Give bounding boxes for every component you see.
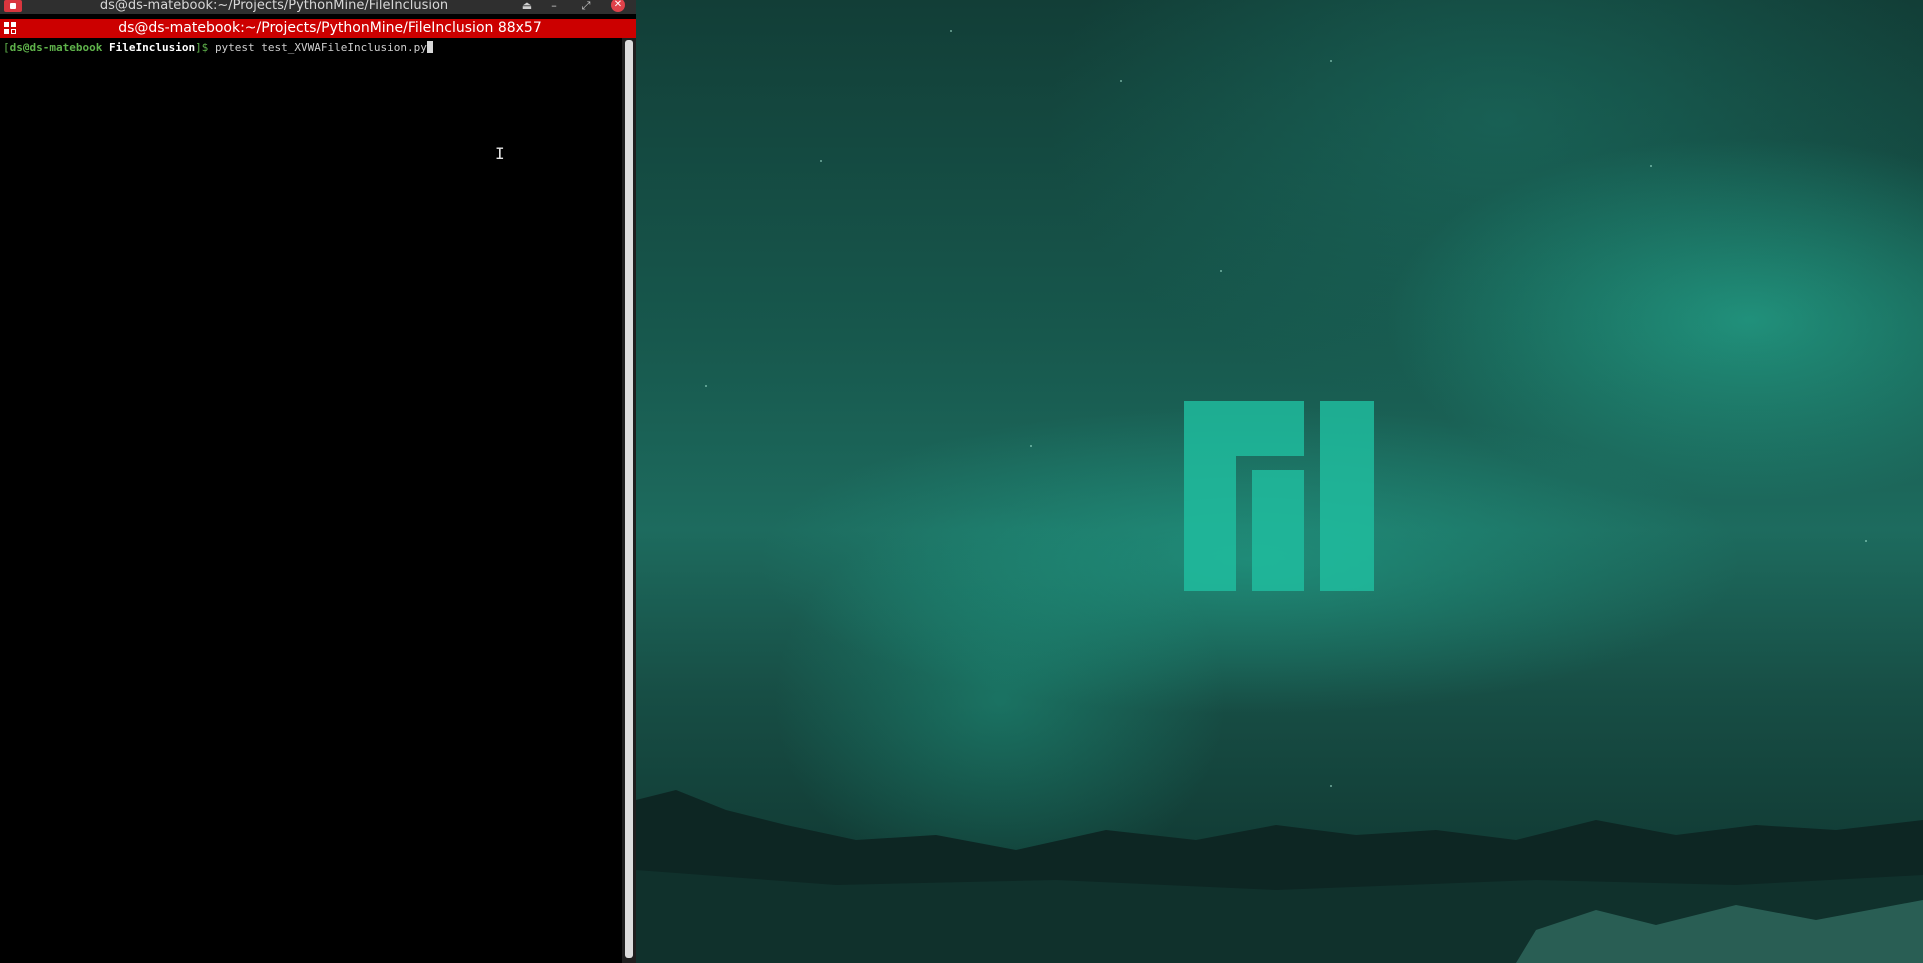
maximize-button[interactable]: ⤢ bbox=[577, 0, 595, 14]
prompt-directory: FileInclusion bbox=[108, 41, 196, 54]
window-title: ds@ds-matebook:~/Projects/PythonMine/Fil… bbox=[99, 0, 449, 13]
window-titlebar[interactable]: ds@ds-matebook:~/Projects/PythonMine/Fil… bbox=[0, 0, 636, 14]
star bbox=[1330, 60, 1332, 62]
star bbox=[950, 30, 952, 32]
prompt-open-bracket: [ bbox=[3, 41, 10, 54]
star bbox=[705, 385, 707, 387]
terminal-tab-bar[interactable]: ds@ds-matebook:~/Projects/PythonMine/Fil… bbox=[0, 19, 636, 38]
star bbox=[1030, 445, 1032, 447]
prompt-close-bracket: ]$ bbox=[195, 41, 209, 54]
prompt-user-host: ds@ds-matebook bbox=[9, 41, 103, 54]
scrollbar-thumb[interactable] bbox=[625, 40, 633, 958]
star bbox=[1865, 540, 1867, 542]
terminal-console[interactable]: [ds@ds-matebook FileInclusion]$ pytest t… bbox=[0, 38, 622, 963]
star bbox=[1650, 165, 1652, 167]
command-input[interactable]: pytest test_XVWAFileInclusion.py bbox=[215, 41, 427, 54]
star bbox=[1120, 80, 1122, 82]
manjaro-logo bbox=[1184, 401, 1374, 591]
ibeam-cursor-icon: I bbox=[495, 144, 505, 163]
close-button[interactable]: ✕ bbox=[611, 0, 625, 12]
text-cursor bbox=[426, 41, 433, 53]
star bbox=[820, 160, 822, 162]
terminal-tab-title: ds@ds-matebook:~/Projects/PythonMine/Fil… bbox=[118, 20, 542, 36]
minimize-button[interactable]: – bbox=[545, 0, 563, 14]
terminal-scrollbar[interactable] bbox=[622, 38, 636, 963]
mountain-silhouette bbox=[636, 790, 1923, 963]
shade-button[interactable]: ⏏ bbox=[518, 0, 536, 14]
star bbox=[1220, 270, 1222, 272]
terminal-tab-icon[interactable] bbox=[4, 22, 16, 34]
terminal-window[interactable]: ds@ds-matebook:~/Projects/PythonMine/Fil… bbox=[0, 0, 636, 963]
